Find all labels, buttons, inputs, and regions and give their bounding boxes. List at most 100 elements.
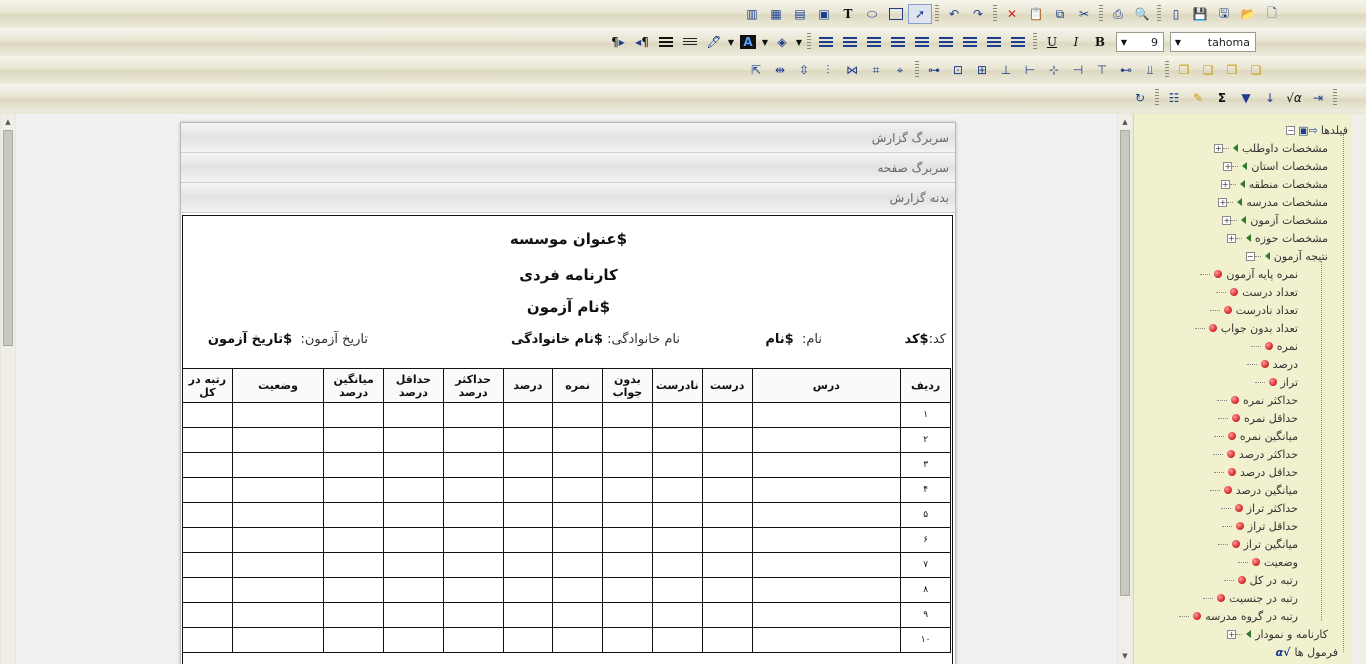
- table-cell[interactable]: [701, 577, 753, 603]
- italic-button[interactable]: I: [1064, 32, 1088, 52]
- table-cell[interactable]: [502, 627, 554, 653]
- table-cell[interactable]: [552, 577, 604, 603]
- table-cell[interactable]: [602, 427, 653, 453]
- table-cell[interactable]: [442, 427, 504, 453]
- table-cell[interactable]: [383, 577, 444, 603]
- delete-icon[interactable]: ✕: [1000, 4, 1024, 24]
- table-cell[interactable]: [383, 627, 444, 653]
- report-card-title[interactable]: کارنامه فردی: [183, 266, 954, 284]
- table-row[interactable]: ۱۰: [182, 627, 951, 653]
- undo-icon[interactable]: ↶: [942, 4, 966, 24]
- row-number-cell[interactable]: ۸: [900, 577, 951, 603]
- table-cell[interactable]: [231, 427, 325, 453]
- line-color-icon[interactable]: 🖊: [702, 32, 726, 52]
- expand-icon[interactable]: +: [1227, 629, 1237, 639]
- table-cell[interactable]: [383, 527, 444, 553]
- table-cell[interactable]: [182, 402, 233, 428]
- center-horizontal-icon[interactable]: ⊶: [922, 60, 946, 80]
- same-width-icon[interactable]: ⇹: [768, 60, 792, 80]
- table-cell[interactable]: [323, 402, 385, 428]
- table-cell[interactable]: [602, 577, 653, 603]
- tree-group[interactable]: + مشخصات منطقه: [1220, 175, 1328, 193]
- tree-group[interactable]: + مشخصات آزمون: [1222, 211, 1328, 229]
- table-cell[interactable]: [323, 602, 385, 628]
- toolbar-grip[interactable]: [1155, 89, 1159, 107]
- fill-color-icon[interactable]: ◈: [770, 32, 794, 52]
- table-cell[interactable]: [231, 552, 325, 578]
- table-cell[interactable]: [442, 502, 504, 528]
- table-cell[interactable]: [231, 577, 325, 603]
- table-cell[interactable]: [651, 577, 703, 603]
- table-cell[interactable]: [231, 477, 325, 503]
- bring-forward-icon[interactable]: ❐: [1172, 60, 1196, 80]
- table-cell[interactable]: [231, 627, 325, 653]
- tree-field-item[interactable]: رتبه در کل: [1223, 571, 1298, 589]
- toolbar-grip[interactable]: [1157, 5, 1161, 23]
- align-middle-right-icon[interactable]: [886, 32, 910, 52]
- align-middle-icon[interactable]: ⊷: [1114, 60, 1138, 80]
- col-header[interactable]: ردیف: [900, 368, 951, 403]
- table-cell[interactable]: [552, 452, 604, 478]
- tree-group[interactable]: + مشخصات حوزه: [1226, 229, 1328, 247]
- col-header[interactable]: درست: [701, 368, 753, 403]
- table-cell[interactable]: [701, 452, 753, 478]
- tree-field-item[interactable]: تعداد درست: [1216, 283, 1298, 301]
- sort-icon[interactable]: ↓: [1258, 88, 1282, 108]
- tree-field-item[interactable]: حداکثر تراز: [1220, 499, 1298, 517]
- toolbar-grip[interactable]: [807, 33, 811, 51]
- table-cell[interactable]: [552, 477, 604, 503]
- font-size-select[interactable]: ▼ 9: [1116, 32, 1164, 52]
- table-cell[interactable]: [502, 577, 554, 603]
- institute-title[interactable]: $عنوان موسسه: [183, 230, 954, 248]
- table-cell[interactable]: [383, 502, 444, 528]
- table-cell[interactable]: [231, 452, 325, 478]
- center-in-page-icon[interactable]: ⊡: [946, 60, 970, 80]
- col-header[interactable]: حداکثر درصد: [442, 368, 504, 403]
- refresh-icon[interactable]: ↻: [1128, 88, 1152, 108]
- table-row[interactable]: ۶: [182, 527, 951, 553]
- exam-name-title[interactable]: $نام آزمون: [183, 298, 954, 316]
- table-cell[interactable]: [502, 502, 554, 528]
- table-cell[interactable]: [552, 627, 604, 653]
- table-row[interactable]: ۳: [182, 452, 951, 478]
- align-baseline-icon[interactable]: ⫫: [1138, 60, 1162, 80]
- table-cell[interactable]: [442, 602, 504, 628]
- family-name-field[interactable]: نام خانوادگی: $نام خانوادگی: [511, 332, 680, 347]
- tree-field-item[interactable]: تراز: [1254, 373, 1298, 391]
- table-cell[interactable]: [502, 602, 554, 628]
- table-cell[interactable]: [442, 402, 504, 428]
- table-cell[interactable]: [552, 502, 604, 528]
- formula-icon[interactable]: √α: [1282, 88, 1306, 108]
- col-header[interactable]: میانگین درصد: [323, 368, 385, 403]
- row-number-cell[interactable]: ۵: [900, 502, 951, 528]
- table-cell[interactable]: [751, 602, 902, 628]
- tree-field-item[interactable]: حداکثر نمره: [1216, 391, 1298, 409]
- tree-field-item[interactable]: میانگین نمره: [1213, 427, 1298, 445]
- redo-icon[interactable]: ↷: [966, 4, 990, 24]
- table-cell[interactable]: [751, 502, 902, 528]
- table-cell[interactable]: [502, 477, 554, 503]
- col-header[interactable]: درصد: [502, 368, 554, 403]
- table-row[interactable]: ۴: [182, 477, 951, 503]
- table-row[interactable]: ۱: [182, 402, 951, 428]
- paragraph-ltr-icon[interactable]: ¶ ▸: [606, 32, 630, 52]
- table-cell[interactable]: [751, 477, 902, 503]
- paste-icon[interactable]: 📋: [1024, 4, 1048, 24]
- table-cell[interactable]: [182, 552, 233, 578]
- align-middle-center-icon[interactable]: [910, 32, 934, 52]
- table-cell[interactable]: [751, 527, 902, 553]
- table-cell[interactable]: [751, 452, 902, 478]
- toolbar-grip[interactable]: [1099, 5, 1103, 23]
- table-cell[interactable]: [323, 477, 385, 503]
- design-canvas[interactable]: سربرگ گزارش سربرگ صفحه بدنه گزارش $عنوان…: [16, 114, 1117, 664]
- row-number-cell[interactable]: ۱۰: [900, 627, 951, 653]
- col-header[interactable]: نادرست: [651, 368, 703, 403]
- table-cell[interactable]: [182, 577, 233, 603]
- align-bottom-center-icon[interactable]: [982, 32, 1006, 52]
- expand-icon[interactable]: +: [1218, 197, 1228, 207]
- align-bottom-left-icon[interactable]: [1006, 32, 1030, 52]
- table-cell[interactable]: [182, 452, 233, 478]
- rectangle-icon[interactable]: [884, 4, 908, 24]
- table-cell[interactable]: [701, 477, 753, 503]
- table-cell[interactable]: [602, 477, 653, 503]
